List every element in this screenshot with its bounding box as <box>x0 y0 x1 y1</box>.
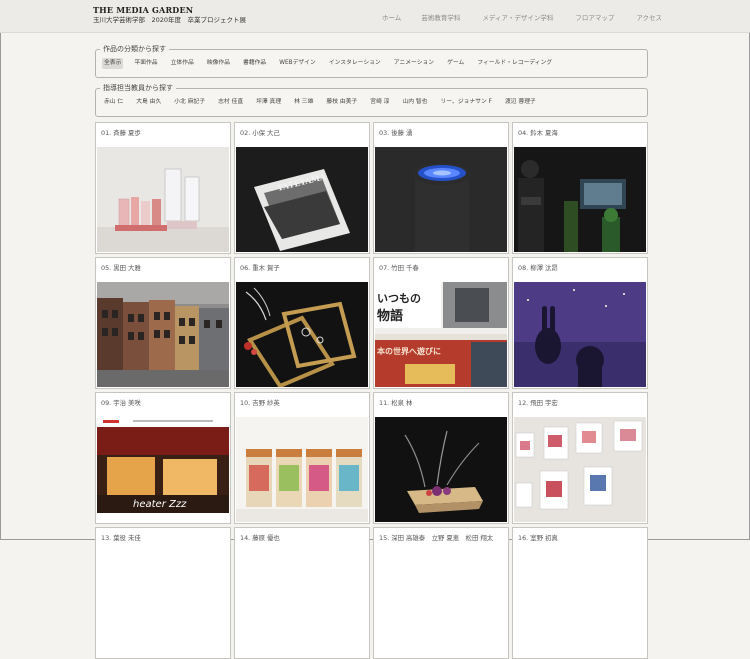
teacher-chip[interactable]: リー、ジョナサン F <box>438 97 494 108</box>
teacher-chip[interactable]: 小北 麻記子 <box>172 97 207 108</box>
work-thumbnail-shop: heater Zzz <box>97 417 229 522</box>
teacher-filter: 指導担当教員から探す 赤山 仁 大島 由久 小北 麻記子 志村 佳直 坪澤 真理… <box>95 83 648 117</box>
category-chip-web[interactable]: WEBデザイン <box>277 58 318 69</box>
work-card-label: 09. 宇治 美咲 <box>101 399 141 407</box>
teacher-chip[interactable]: 山内 智也 <box>400 97 429 108</box>
category-chip-game[interactable]: ゲーム <box>445 58 466 69</box>
teacher-chip[interactable]: 宮崎 淳 <box>368 97 391 108</box>
work-card-label: 06. 重木 賀子 <box>240 264 280 272</box>
work-card[interactable]: 12. 飛田 宇宏 <box>512 392 648 524</box>
work-card[interactable]: 09. 宇治 美咲 heater Zzz <box>95 392 231 524</box>
work-thumbnail-poster: いつもの 物語 本の世界へ遊びに <box>375 282 507 387</box>
category-filter-legend: 作品の分類から探す <box>100 44 169 54</box>
nav-home[interactable]: ホーム <box>382 12 401 22</box>
category-chip-animation[interactable]: アニメーション <box>392 58 436 69</box>
poster-title-mid: 物語 <box>377 308 403 324</box>
work-card[interactable]: 08. 柳澤 汰昂 <box>512 257 648 389</box>
work-card-label: 12. 飛田 宇宏 <box>518 399 558 407</box>
teacher-chip[interactable]: 藤枝 由美子 <box>324 97 359 108</box>
category-chip-all[interactable]: 全表示 <box>102 58 124 69</box>
category-chip-video[interactable]: 映像作品 <box>205 58 232 69</box>
work-card[interactable]: 05. 黒田 大雅 <box>95 257 231 389</box>
site-header: THE MEDIA GARDEN 玉川大学芸術学部 2020年度 卒業プロジェク… <box>0 0 750 33</box>
site-title: THE MEDIA GARDEN <box>93 5 194 15</box>
category-chips: 全表示 平面作品 立体作品 映像作品 書籍作品 WEBデザイン インスタレーショ… <box>102 58 563 69</box>
nav-access[interactable]: アクセス <box>636 12 662 22</box>
teacher-chip[interactable]: 林 三雄 <box>292 97 315 108</box>
nav-floor-map[interactable]: フロアマップ <box>575 12 614 22</box>
work-card[interactable]: 11. 松泉 林 <box>373 392 509 524</box>
teacher-filter-legend: 指導担当教員から探す <box>100 83 176 93</box>
work-thumbnail-frames <box>236 282 368 387</box>
work-thumbnail-cosmetics <box>97 147 229 252</box>
work-card-label: 04. 鈴木 夏海 <box>518 129 558 137</box>
work-card-label: 11. 松泉 林 <box>379 399 413 407</box>
category-chip-3d[interactable]: 立体作品 <box>169 58 196 69</box>
poster-title-top: いつもの <box>377 292 421 305</box>
work-card[interactable]: 10. 吉野 紗英 <box>234 392 370 524</box>
work-card-label: 07. 竹田 千春 <box>379 264 419 272</box>
category-chip-book[interactable]: 書籍作品 <box>241 58 268 69</box>
work-card[interactable]: 06. 重木 賀子 <box>234 257 370 389</box>
work-thumbnail-silhouettes <box>514 282 646 387</box>
work-card[interactable]: 14. 藤原 優也 <box>234 527 370 659</box>
work-thumbnail-jars <box>236 417 368 522</box>
work-card-label: 08. 柳澤 汰昂 <box>518 264 558 272</box>
work-card[interactable]: 16. 室野 初真 <box>512 527 648 659</box>
work-thumbnail-townhouses <box>97 282 229 387</box>
nav-art-education[interactable]: 芸術教育学科 <box>421 12 460 22</box>
work-card-label: 03. 後藤 湧 <box>379 129 413 137</box>
work-card[interactable]: 02. 小保 大己 TATEYAMA <box>234 122 370 254</box>
work-thumbnail-book: TATEYAMA <box>236 147 368 252</box>
category-chip-installation[interactable]: インスタレーション <box>327 58 383 69</box>
site-subtitle: 玉川大学芸術学部 2020年度 卒業プロジェクト展 <box>93 16 247 24</box>
work-card[interactable]: 04. 鈴木 夏海 <box>512 122 648 254</box>
work-thumbnail-sculpture <box>375 147 507 252</box>
teacher-chip[interactable]: 坪澤 真理 <box>254 97 283 108</box>
work-card-label: 01. 斉藤 夏歩 <box>101 129 141 137</box>
category-chip-field-recording[interactable]: フィールド・レコーディング <box>475 58 554 69</box>
teacher-chip[interactable]: 赤山 仁 <box>102 97 125 108</box>
work-card-label: 05. 黒田 大雅 <box>101 264 141 272</box>
work-card[interactable]: 01. 斉藤 夏歩 <box>95 122 231 254</box>
work-thumbnail-ikebana <box>375 417 507 522</box>
category-chip-2d[interactable]: 平面作品 <box>132 58 159 69</box>
heater-logo-text: heater Zzz <box>133 499 187 510</box>
work-card[interactable]: 03. 後藤 湧 <box>373 122 509 254</box>
category-filter: 作品の分類から探す 全表示 平面作品 立体作品 映像作品 書籍作品 WEBデザイ… <box>95 44 648 78</box>
work-card[interactable]: 13. 葉役 未佳 <box>95 527 231 659</box>
teacher-chip[interactable]: 渡辺 蓉理子 <box>503 97 538 108</box>
poster-title-bottom: 本の世界へ遊びに <box>376 346 441 356</box>
work-card[interactable]: 07. 竹田 千春 いつもの 物語 本の世界へ遊びに <box>373 257 509 389</box>
main-nav: ホーム 芸術教育学科 メディア・デザイン学科 フロアマップ アクセス <box>382 12 662 22</box>
nav-media-design[interactable]: メディア・デザイン学科 <box>482 12 553 22</box>
work-thumbnail-installation <box>514 147 646 252</box>
work-card[interactable]: 15. 深田 高雄泰 立野 夏恵 松田 翔太 <box>373 527 509 659</box>
work-card-label: 10. 吉野 紗英 <box>240 399 280 407</box>
teacher-chip[interactable]: 大島 由久 <box>134 97 163 108</box>
teacher-chips: 赤山 仁 大島 由久 小北 麻記子 志村 佳直 坪澤 真理 林 三雄 藤枝 由美… <box>102 97 547 108</box>
work-card-label: 02. 小保 大己 <box>240 129 280 137</box>
teacher-chip[interactable]: 志村 佳直 <box>216 97 245 108</box>
site-brand[interactable]: THE MEDIA GARDEN 玉川大学芸術学部 2020年度 卒業プロジェク… <box>93 5 246 26</box>
work-thumbnail-gallery-wall <box>514 417 646 522</box>
